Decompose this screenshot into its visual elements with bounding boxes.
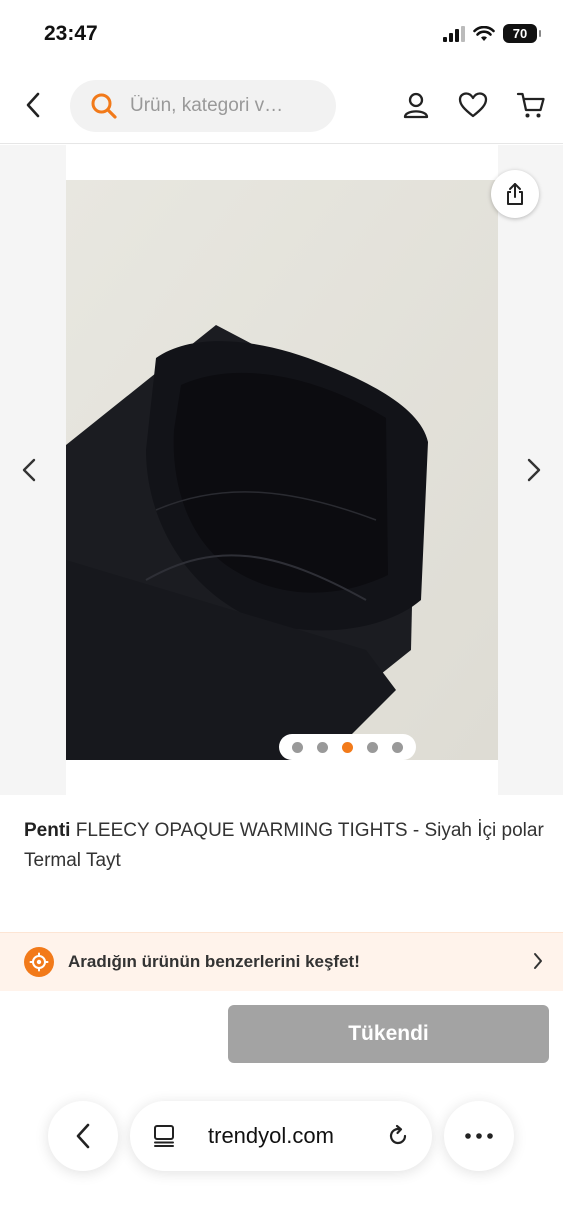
- product-brand[interactable]: Penti: [24, 820, 70, 841]
- status-icons: 70: [443, 24, 541, 43]
- product-image[interactable]: [66, 180, 498, 760]
- carousel-dot[interactable]: [317, 741, 328, 753]
- page-menu-icon[interactable]: [152, 1124, 176, 1148]
- user-icon: [403, 92, 429, 119]
- carousel-dot-active[interactable]: [342, 741, 353, 753]
- wifi-icon: [473, 25, 495, 41]
- search-input[interactable]: [130, 95, 310, 117]
- address-bar[interactable]: trendyol.com: [130, 1101, 432, 1171]
- status-bar: 23:47 70: [0, 0, 563, 70]
- carousel-dot[interactable]: [392, 741, 403, 753]
- browser-back-button[interactable]: [48, 1101, 118, 1171]
- chevron-left-icon: [22, 458, 36, 482]
- tights-photo: [66, 180, 498, 760]
- browser-more-button[interactable]: [444, 1101, 514, 1171]
- product-gallery: [0, 145, 563, 795]
- gallery-frame: [66, 145, 498, 795]
- chevron-right-icon: [534, 953, 542, 969]
- share-button[interactable]: [491, 170, 539, 218]
- battery-level: 70: [512, 26, 528, 41]
- product-title: Penti FLEECY OPAQUE WARMING TIGHTS - Siy…: [24, 816, 544, 876]
- chevron-right-icon: [527, 458, 541, 482]
- favorites-button[interactable]: [457, 88, 489, 122]
- browser-toolbar: trendyol.com: [0, 1085, 563, 1219]
- cart-icon: [516, 92, 545, 118]
- back-icon: [26, 92, 40, 118]
- account-button[interactable]: [400, 88, 432, 122]
- url-text: trendyol.com: [208, 1123, 334, 1148]
- share-icon: [507, 183, 523, 205]
- app-header: [0, 70, 563, 144]
- back-button[interactable]: [18, 88, 48, 122]
- status-time: 23:47: [44, 22, 98, 45]
- sold-out-button[interactable]: Tükendi: [228, 1005, 549, 1063]
- reload-icon[interactable]: [386, 1124, 410, 1148]
- search-bar[interactable]: [70, 80, 336, 132]
- carousel-dot[interactable]: [367, 741, 378, 753]
- discover-icon: [24, 947, 54, 977]
- search-icon: [91, 93, 117, 119]
- carousel-dot[interactable]: [292, 741, 303, 753]
- carousel-indicator: [279, 734, 416, 760]
- more-icon: [465, 1133, 493, 1139]
- back-icon: [76, 1123, 90, 1149]
- gallery-next-button[interactable]: [519, 450, 549, 490]
- cart-button[interactable]: [515, 88, 547, 122]
- product-name: FLEECY OPAQUE WARMING TIGHTS - Siyah İçi…: [24, 820, 544, 871]
- discover-text: Aradığın ürünün benzerlerini keşfet!: [68, 952, 360, 971]
- gallery-prev-button[interactable]: [14, 450, 44, 490]
- discover-similar-banner[interactable]: Aradığın ürünün benzerlerini keşfet!: [0, 932, 563, 991]
- signal-icon: [443, 25, 465, 42]
- battery-indicator: 70: [503, 24, 541, 43]
- heart-icon: [458, 92, 488, 118]
